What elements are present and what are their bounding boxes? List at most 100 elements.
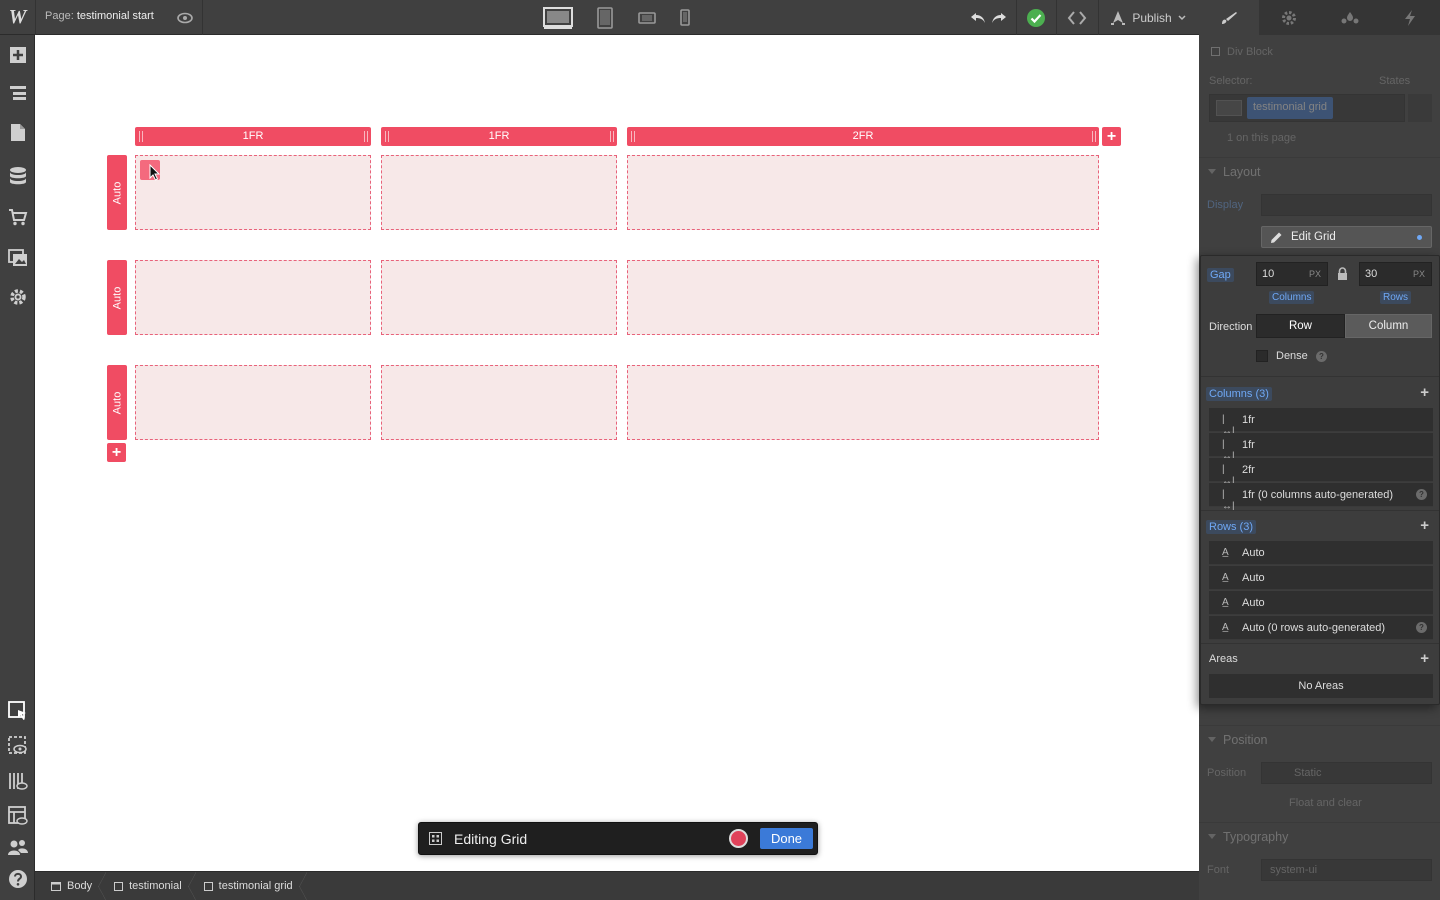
row-size-handle[interactable]: Auto [107,155,127,230]
status-check-icon[interactable] [1022,0,1050,35]
collaborators-icon[interactable] [0,832,35,862]
selector-field[interactable]: testimonial grid [1209,94,1405,122]
pages-icon[interactable] [0,117,35,147]
drag-grip-icon[interactable] [631,131,635,142]
grid-cell[interactable] [135,260,371,335]
help-icon[interactable] [0,864,35,894]
typography-section-header[interactable]: Typography [1199,822,1440,850]
add-row-button[interactable]: + [107,443,126,462]
row-track-item[interactable]: A̲ Auto [1209,566,1433,590]
settings-gear-icon[interactable] [0,282,35,312]
column-size-handle[interactable]: 1FR [381,127,617,146]
unit-label: PX [1412,269,1425,279]
assets-icon[interactable] [0,243,35,273]
selector-class-tag[interactable]: testimonial grid [1247,97,1333,119]
add-column-plus-icon[interactable]: + [1420,384,1429,401]
selector-label: Selector: [1209,75,1253,87]
font-select[interactable]: system-ui [1261,859,1432,881]
column-size-handle[interactable]: 1FR [135,127,371,146]
column-track-item-auto[interactable]: |↔| 1fr (0 columns auto-generated)? [1209,483,1433,512]
direction-row-button[interactable]: Row [1256,314,1345,338]
grid-cell[interactable] [135,155,371,230]
record-indicator[interactable] [729,829,748,848]
row-size-handle[interactable]: Auto [107,365,127,440]
position-value: Static [1294,767,1322,779]
dense-checkbox[interactable] [1256,350,1268,362]
drag-grip-icon[interactable] [1092,131,1096,142]
code-export-icon[interactable] [1062,0,1092,35]
cms-database-icon[interactable] [0,161,35,191]
breadcrumb-item-testimonial-grid[interactable]: testimonial grid [196,871,307,900]
drag-grip-icon[interactable] [385,131,389,142]
no-areas-box: No Areas [1209,674,1433,698]
drag-grip-icon[interactable] [139,131,143,142]
grid-cell[interactable] [627,155,1099,230]
mobile-landscape-breakpoint-icon[interactable] [634,0,660,35]
column-track-item[interactable]: |↔| 1fr [1209,433,1433,462]
float-clear-toggle[interactable]: Float and clear [1289,797,1362,809]
direction-column-button[interactable]: Column [1345,314,1432,338]
grid-cell[interactable] [627,260,1099,335]
done-button[interactable]: Done [760,828,813,849]
grid-cell[interactable] [381,260,617,335]
interactions-bolt-icon[interactable] [1380,0,1440,35]
breadcrumb-item-testimonial[interactable]: testimonial [106,871,196,900]
desktop-breakpoint-icon[interactable] [540,0,576,35]
page-selector[interactable]: Page: testimonial start [45,10,154,22]
position-select[interactable]: Static [1261,762,1432,784]
edit-grid-button[interactable]: Edit Grid [1261,226,1432,248]
style-brush-icon[interactable] [1199,0,1260,35]
drag-grip-icon[interactable] [364,131,368,142]
display-options[interactable] [1261,194,1432,216]
breadcrumb-item-body[interactable]: Body [43,871,107,900]
add-area-plus-icon[interactable]: + [1420,650,1429,667]
gap-label: Gap [1207,268,1234,282]
ecommerce-cart-icon[interactable] [0,202,35,232]
row-track-item[interactable]: A̲ Auto [1209,541,1433,565]
position-section-header[interactable]: Position [1199,725,1440,753]
help-icon[interactable]: ? [1316,351,1327,362]
preview-select-icon[interactable] [0,731,35,761]
gap-columns-input[interactable]: 10 PX [1256,262,1328,286]
grid-cell[interactable] [627,365,1099,440]
column-track-item[interactable]: |↔| 2fr [1209,458,1433,487]
column-size-handle[interactable]: 2FR [627,127,1099,146]
mobile-portrait-breakpoint-icon[interactable] [674,0,696,35]
tablet-breakpoint-icon[interactable] [592,0,618,35]
design-canvas[interactable]: 1FR 1FR 2FR + Auto Auto Auto + Editing G… [35,35,1199,871]
add-row-plus-icon[interactable]: + [1420,517,1429,534]
designer-app: W Page: testimonial start Publish 1FR 1F… [0,0,1440,900]
guides-layout-icon[interactable] [0,801,35,831]
undo-icon[interactable] [967,0,989,35]
row-height-icon: A̲ [1222,572,1229,583]
select-tool-icon[interactable] [0,696,35,726]
column-track-item[interactable]: |↔| 1fr [1209,408,1433,437]
preview-eye-icon[interactable] [170,0,200,35]
element-settings-gear-icon[interactable] [1259,0,1319,35]
help-icon[interactable]: ? [1416,489,1427,500]
drag-grip-icon[interactable] [610,131,614,142]
selector-options-icon[interactable] [1408,94,1432,122]
row-track-item[interactable]: A̲ Auto [1209,591,1433,615]
row-height-icon: A̲ [1222,622,1229,633]
grid-cell[interactable] [381,155,617,230]
add-column-button[interactable]: + [1102,127,1121,146]
layout-section-header[interactable]: Layout [1199,157,1440,185]
redo-icon[interactable] [988,0,1010,35]
states-dropdown[interactable]: States [1379,75,1410,87]
xray-grid-icon[interactable] [0,766,35,796]
grid-cell[interactable] [381,365,617,440]
style-manager-drops-icon[interactable] [1320,0,1380,35]
navigator-icon[interactable] [0,78,35,108]
columns-header: Columns (3) [1206,387,1272,401]
row-size-handle[interactable]: Auto [107,260,127,335]
no-areas-text: No Areas [1298,680,1344,692]
gap-rows-input[interactable]: 30 PX [1359,262,1432,286]
grid-cell[interactable] [135,365,371,440]
webflow-logo[interactable]: W [0,0,35,35]
lock-icon[interactable] [1337,267,1348,284]
row-track-item-auto[interactable]: A̲ Auto (0 rows auto-generated)? [1209,616,1433,640]
publish-button[interactable]: Publish [1098,0,1198,35]
help-icon[interactable]: ? [1416,622,1427,633]
add-panel-icon[interactable] [0,40,35,70]
